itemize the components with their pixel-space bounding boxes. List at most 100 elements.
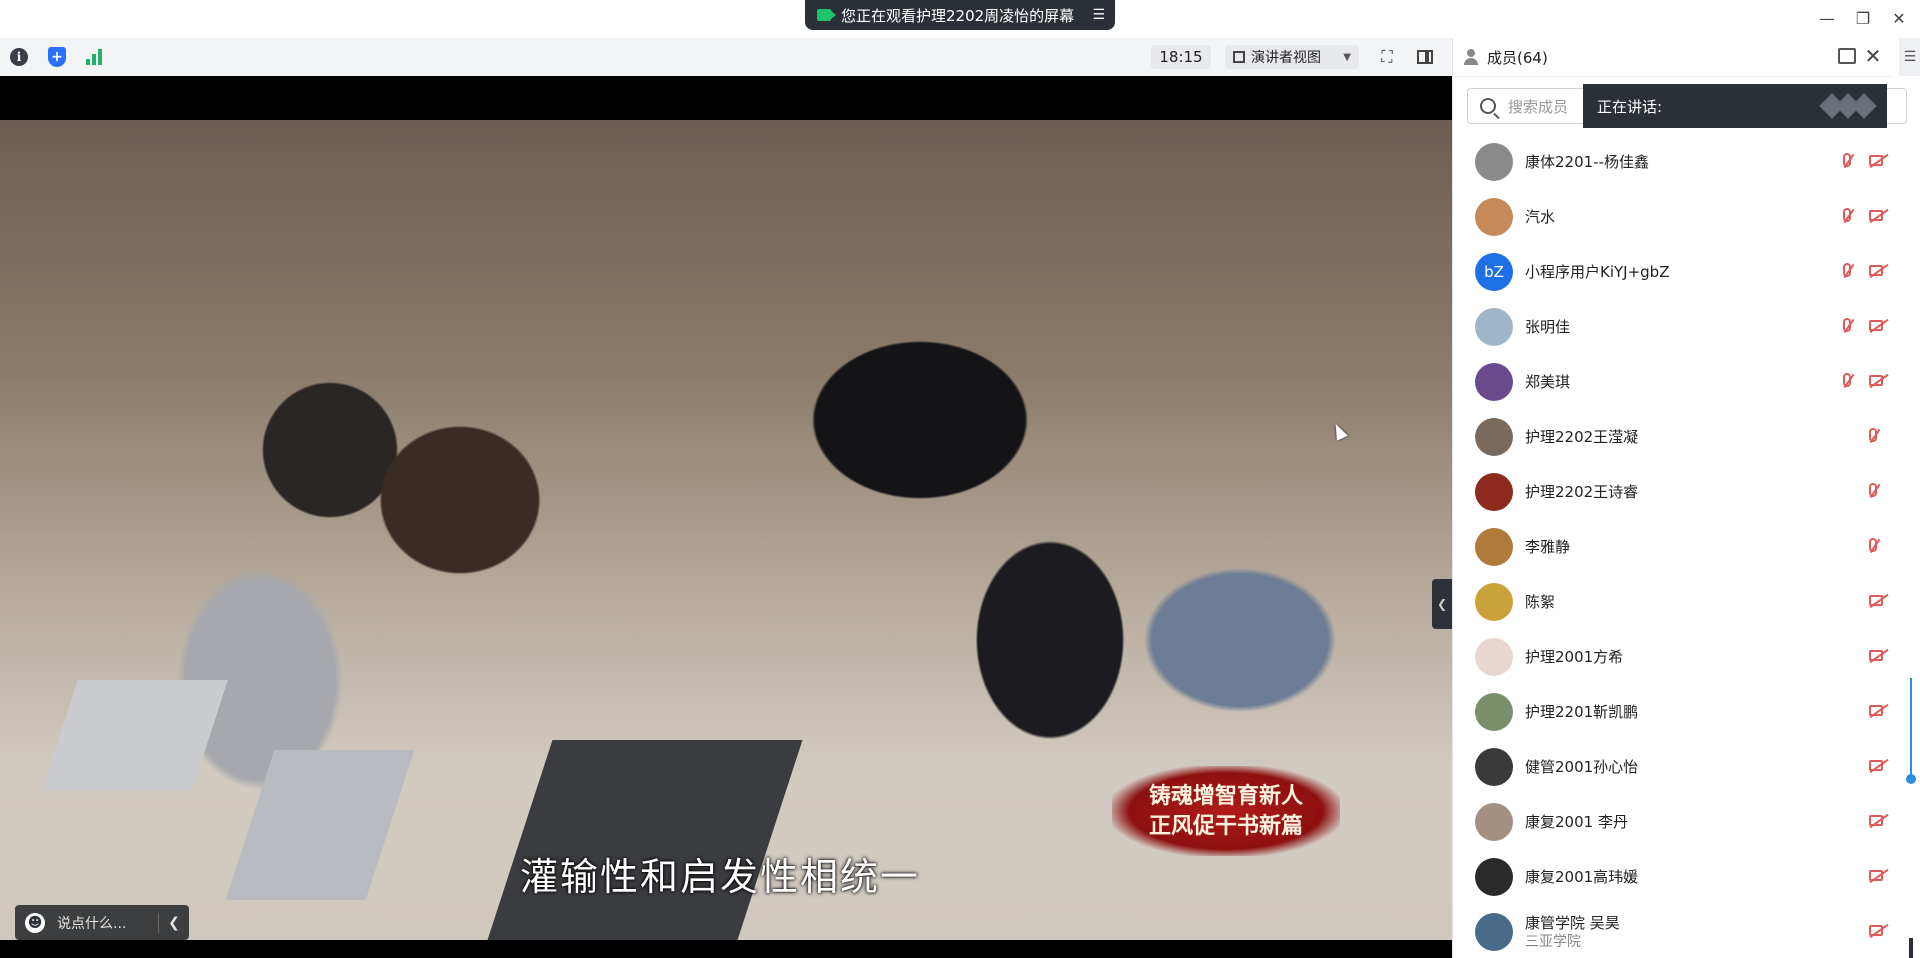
member-row[interactable]: 康体2201--杨佳鑫 — [1453, 134, 1893, 189]
side-menu-icon[interactable]: ☰ — [1899, 38, 1920, 76]
seal-line-1: 铸魂增智育新人 — [1148, 783, 1303, 809]
screen-share-icon — [817, 9, 836, 21]
avatar — [1475, 692, 1513, 731]
member-row[interactable]: 护理2001方希 — [1453, 629, 1893, 684]
meeting-info-button[interactable]: i — [8, 46, 30, 68]
member-list-scrollbar[interactable] — [1906, 678, 1916, 784]
chat-placeholder[interactable]: 说点什么... — [57, 913, 126, 933]
laptop-shape — [42, 680, 228, 790]
screen-share-text: 您正在观看护理2202周凌怡的屏幕 — [841, 6, 1075, 25]
member-row[interactable]: 张明佳 — [1453, 299, 1893, 354]
member-row[interactable]: 康复2001 李丹 — [1453, 794, 1893, 849]
search-icon — [1480, 98, 1496, 114]
member-name: 郑美琪 — [1525, 372, 1571, 391]
collapse-panel-handle[interactable]: ❮ — [1432, 579, 1452, 629]
view-mode-dropdown[interactable]: 演讲者视图 ▼ — [1225, 45, 1359, 69]
member-name: 康复2001 李丹 — [1525, 812, 1628, 831]
toggle-panel-button[interactable] — [1414, 46, 1436, 68]
member-name: 康体2201--杨佳鑫 — [1525, 152, 1649, 171]
member-name: 健管2001孙心怡 — [1525, 757, 1639, 776]
camera-off-icon[interactable] — [1869, 320, 1883, 331]
camera-off-icon[interactable] — [1869, 265, 1883, 276]
seal-line-2: 正风促干书新篇 — [1148, 813, 1303, 839]
avatar — [1475, 857, 1513, 896]
speaking-tooltip: 正在讲话: — [1583, 84, 1887, 128]
mic-muted-icon[interactable] — [1869, 428, 1877, 442]
security-button[interactable]: + — [46, 46, 68, 68]
camera-off-icon[interactable] — [1869, 870, 1883, 881]
laptop-shape — [487, 740, 803, 940]
camera-off-icon[interactable] — [1869, 925, 1883, 936]
chat-input-bar[interactable]: ☻ 说点什么... ❮ — [15, 905, 189, 940]
view-mode-label: 演讲者视图 — [1251, 50, 1321, 66]
title-bar: 您正在观看护理2202周凌怡的屏幕 ☰ — ❐ ✕ — [0, 0, 1920, 38]
member-name: 护理2001方希 — [1525, 647, 1624, 666]
member-row[interactable]: bZ 小程序用户KiYJ+gbZ — [1453, 244, 1893, 299]
camera-off-icon[interactable] — [1869, 210, 1883, 221]
shield-icon: + — [48, 47, 66, 67]
member-name: 陈絮 — [1525, 592, 1556, 611]
avatar — [1475, 637, 1513, 676]
info-icon: i — [10, 48, 28, 66]
slogan-seal: 铸魂增智育新人 正风促干书新篇 — [1112, 766, 1340, 856]
member-row[interactable]: 康管学院 吴昊 三亚学院 — [1453, 904, 1893, 958]
minimize-icon[interactable]: — — [1815, 6, 1839, 30]
camera-off-icon[interactable] — [1869, 760, 1883, 771]
close-panel-icon[interactable]: ✕ — [1863, 44, 1883, 68]
camera-off-icon[interactable] — [1869, 155, 1883, 166]
member-row[interactable]: 李雅静 — [1453, 519, 1893, 574]
speaking-indicator-icon — [1817, 93, 1877, 119]
camera-off-icon[interactable] — [1869, 375, 1883, 386]
popout-icon[interactable] — [1838, 48, 1856, 64]
camera-off-icon[interactable] — [1869, 650, 1883, 661]
camera-off-icon[interactable] — [1869, 815, 1883, 826]
member-name: 李雅静 — [1525, 537, 1571, 556]
emoji-icon[interactable]: ☻ — [25, 912, 45, 933]
restore-icon[interactable]: ❐ — [1851, 6, 1875, 30]
screen-share-banner[interactable]: 您正在观看护理2202周凌怡的屏幕 ☰ — [805, 0, 1115, 30]
avatar — [1475, 362, 1513, 401]
member-row[interactable]: 护理2202王诗睿 — [1453, 464, 1893, 519]
member-org: 三亚学院 — [1525, 933, 1581, 950]
sidebar-layout-icon — [1417, 50, 1433, 64]
member-row[interactable]: 健管2001孙心怡 — [1453, 739, 1893, 794]
member-name: 康管学院 吴昊 — [1525, 913, 1620, 932]
member-row[interactable]: 汽水 — [1453, 189, 1893, 244]
fullscreen-button[interactable]: ⛶ — [1376, 46, 1398, 68]
avatar — [1475, 417, 1513, 456]
mic-muted-icon[interactable] — [1869, 538, 1877, 552]
shared-screen-video[interactable]: 灌输性和启发性相统一 铸魂增智育新人 正风促干书新篇 ☻ 说点什么... ❮ ❮ — [0, 76, 1452, 958]
avatar — [1475, 802, 1513, 841]
search-placeholder[interactable]: 搜索成员 — [1508, 96, 1568, 117]
mic-muted-icon[interactable] — [1869, 483, 1877, 497]
avatar — [1475, 747, 1513, 786]
member-row[interactable]: 康复2001高玮媛 — [1453, 849, 1893, 904]
banner-menu-icon[interactable]: ☰ — [1092, 7, 1105, 23]
camera-off-icon[interactable] — [1869, 705, 1883, 716]
member-row[interactable]: 护理2201靳凯鹏 — [1453, 684, 1893, 739]
member-name: 小程序用户KiYJ+gbZ — [1525, 262, 1670, 281]
chevron-left-icon[interactable]: ❮ — [159, 915, 189, 931]
member-row[interactable]: 陈絮 — [1453, 574, 1893, 629]
avatar: bZ — [1475, 252, 1513, 291]
mic-muted-icon[interactable] — [1843, 373, 1851, 387]
member-row[interactable]: 郑美琪 — [1453, 354, 1893, 409]
mic-muted-icon[interactable] — [1843, 263, 1851, 277]
mic-muted-icon[interactable] — [1843, 208, 1851, 222]
chevron-down-icon: ▼ — [1343, 51, 1351, 63]
scroll-end-marker — [1909, 938, 1913, 958]
member-name: 护理2202王诗睿 — [1525, 482, 1639, 501]
member-list: 康体2201--杨佳鑫汽水 bZ 小程序用户KiYJ+gbZ 张明佳郑美琪护理2202… — [1453, 134, 1893, 958]
avatar — [1475, 197, 1513, 236]
laptop-shape — [225, 750, 415, 900]
avatar — [1475, 582, 1513, 621]
network-status-button[interactable] — [83, 46, 105, 68]
members-header: 成员(64) — [1453, 38, 1893, 77]
avatar — [1475, 307, 1513, 346]
mic-muted-icon[interactable] — [1843, 153, 1851, 167]
close-window-icon[interactable]: ✕ — [1887, 6, 1911, 30]
mic-muted-icon[interactable] — [1843, 318, 1851, 332]
meeting-toolbar: i + 18:15 演讲者视图 ▼ ⛶ — [0, 38, 1452, 77]
member-row[interactable]: 护理2202王滢凝 — [1453, 409, 1893, 464]
camera-off-icon[interactable] — [1869, 595, 1883, 606]
